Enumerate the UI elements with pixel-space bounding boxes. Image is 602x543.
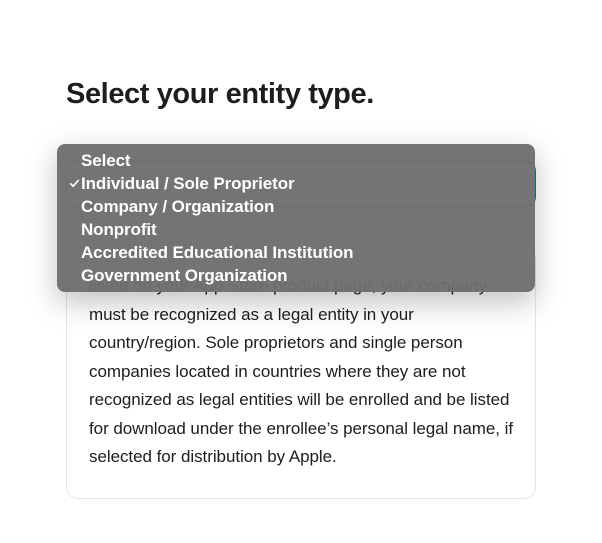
dropdown-option-label: Company / Organization (81, 197, 274, 217)
dropdown-option-accredited-educational[interactable]: Accredited Educational Institution (57, 241, 535, 264)
dropdown-option-label: Nonprofit (81, 220, 157, 240)
dropdown-option-government[interactable]: Government Organization (57, 264, 535, 287)
dropdown-option-individual[interactable]: Individual / Sole Proprietor (57, 172, 535, 195)
dropdown-option-select[interactable]: Select (57, 149, 535, 172)
checkmark-icon (67, 178, 81, 189)
dropdown-option-nonprofit[interactable]: Nonprofit (57, 218, 535, 241)
entity-type-dropdown-menu[interactable]: Select Individual / Sole Proprietor Comp… (57, 144, 535, 292)
dropdown-option-company[interactable]: Company / Organization (57, 195, 535, 218)
dropdown-option-label: Individual / Sole Proprietor (81, 174, 295, 194)
dropdown-option-label: Accredited Educational Institution (81, 243, 353, 263)
dropdown-option-label: Select (81, 151, 131, 171)
page-title: Select your entity type. (66, 78, 536, 111)
entity-type-info-text: listed on your App Store product page, y… (89, 272, 513, 472)
dropdown-option-label: Government Organization (81, 266, 287, 286)
